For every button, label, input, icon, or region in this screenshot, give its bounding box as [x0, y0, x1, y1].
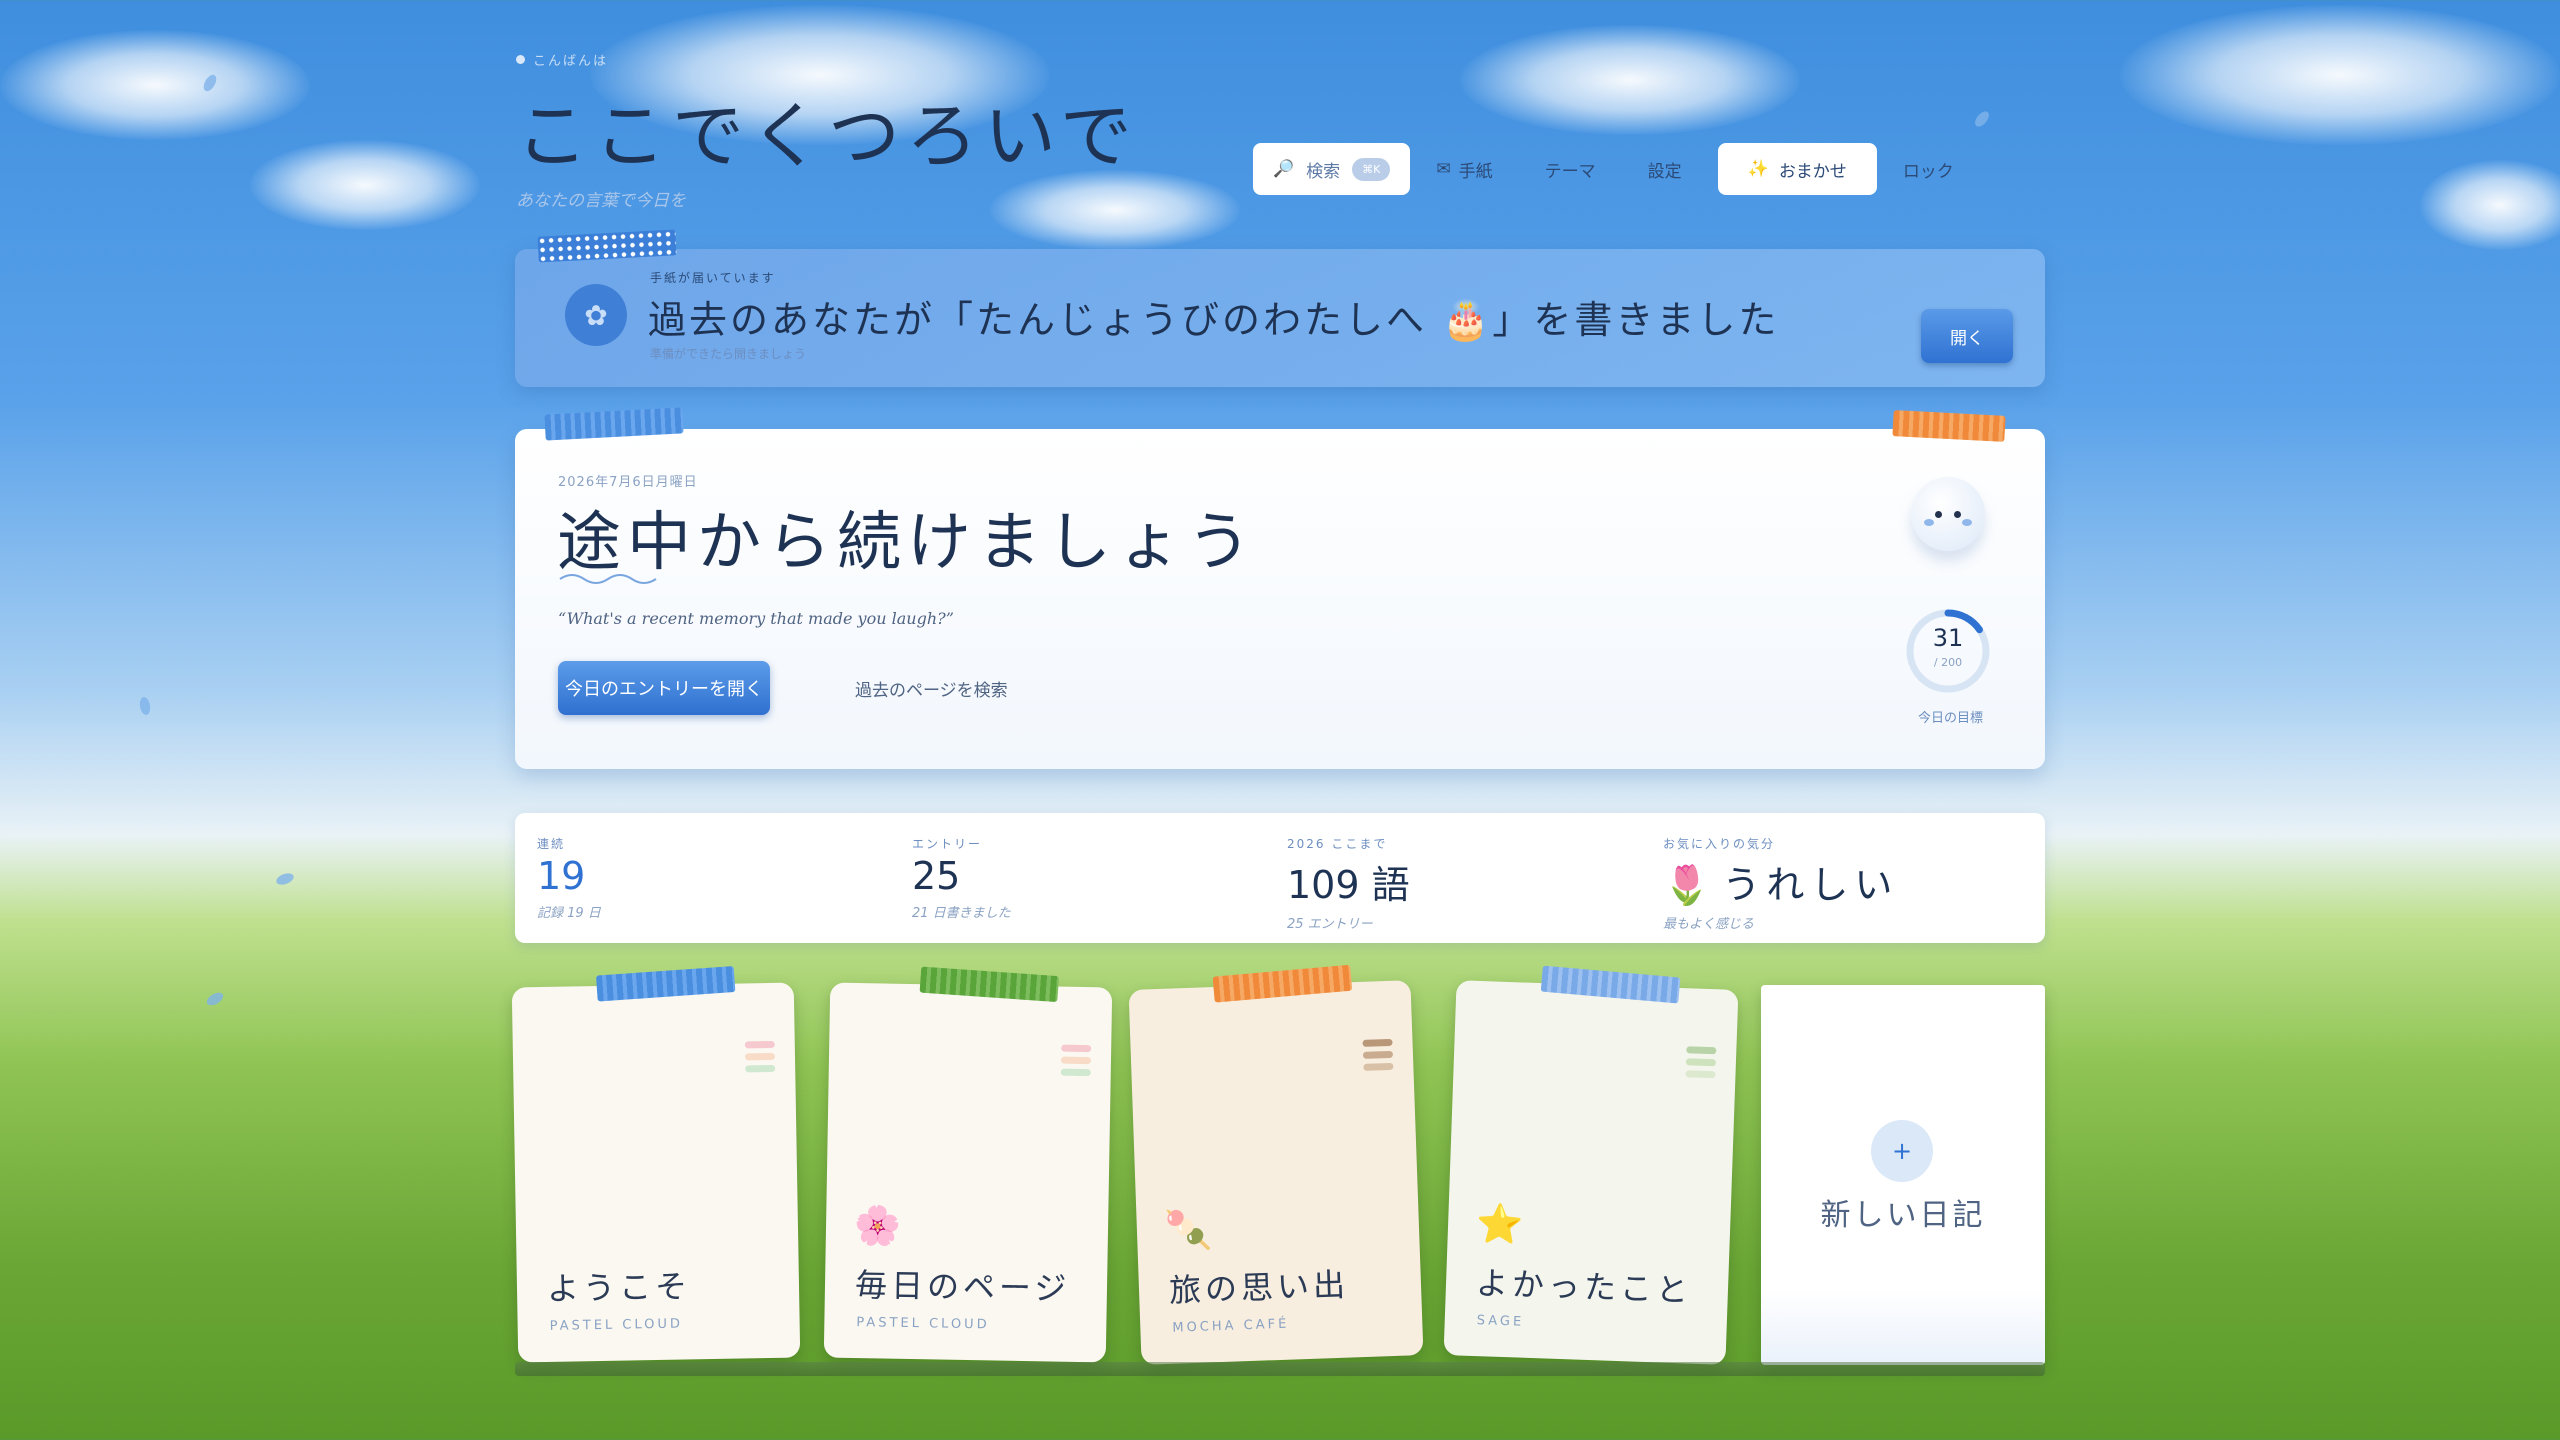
stat-streak: 連続 19 記録 19 日 — [537, 837, 601, 921]
petal — [138, 696, 152, 716]
cloud — [250, 140, 480, 230]
search-button[interactable]: 🔎 検索 ⌘K — [1253, 143, 1411, 195]
wave-divider — [559, 574, 657, 584]
mascot-avatar — [1911, 477, 1985, 551]
journal-theme: MOCHA CAFÉ — [1172, 1316, 1290, 1336]
new-journal-label: 新しい日記 — [1820, 1198, 1986, 1233]
dango-icon: 🍡 — [1164, 1207, 1214, 1253]
open-today-entry-button[interactable]: 今日のエントリーを開く — [558, 661, 770, 715]
mascot-eye — [1935, 511, 1942, 518]
tulip-icon: 🌷 — [1663, 863, 1711, 907]
journal-theme: SAGE — [1476, 1313, 1525, 1330]
petal — [204, 990, 226, 1008]
color-stripes — [1362, 1038, 1394, 1076]
journal-card[interactable]: ⭐ よかったこと SAGE — [1443, 965, 1739, 1365]
today-date: 2026年7月6日月曜日 — [558, 475, 698, 490]
mascot-cheek — [1924, 519, 1934, 526]
hero-heading: 途中から続けましょう — [557, 506, 1257, 580]
search-past-pages-link[interactable]: 過去のページを検索 — [855, 676, 1008, 701]
tape-decoration — [919, 966, 1060, 1003]
continue-card: 2026年7月6日月曜日 途中から続けましょう “What's a recent… — [515, 407, 2045, 769]
plus-icon: + — [1871, 1120, 1933, 1182]
color-stripes — [744, 1040, 776, 1078]
journal-card[interactable]: ようこそ PASTEL CLOUD — [511, 966, 801, 1363]
journal-card[interactable]: 🌸 毎日のページ PASTEL CLOUD — [823, 966, 1113, 1363]
mascot-cheek — [1962, 519, 1972, 526]
banner-eyebrow: 手紙が届いています — [650, 271, 776, 285]
stat-favorite-mood: お気に入りの気分 🌷 うれしい 最もよく感じる — [1663, 837, 1899, 932]
tape-decoration — [537, 229, 677, 263]
journal-title: よかったこと — [1475, 1264, 1693, 1310]
page-title: ここでくつろいで — [516, 94, 1138, 178]
petal — [1972, 108, 1992, 130]
shortcut-badge: ⌘K — [1352, 157, 1391, 181]
banner-message: 過去のあなたが「たんじょうびのわたしへ 🎂」を書きました — [648, 298, 1780, 342]
journal-theme: PASTEL CLOUD — [856, 1315, 990, 1333]
tape-decoration — [595, 966, 736, 1002]
tape-decoration — [544, 407, 684, 441]
search-icon: 🔎 — [1273, 159, 1295, 179]
tape-decoration — [1212, 964, 1353, 1003]
goal-label: 今日の目標 — [1917, 711, 1983, 726]
letter-banner: ✿ 手紙が届いています 過去のあなたが「たんじょうびのわたしへ 🎂」を書きました… — [515, 229, 2045, 387]
cloud — [2420, 160, 2560, 250]
color-stripes — [1060, 1044, 1092, 1082]
shelf-ledge — [515, 1362, 2045, 1376]
color-stripes — [1685, 1046, 1717, 1083]
journal-theme: PASTEL CLOUD — [549, 1316, 684, 1334]
star-icon: ⭐ — [1475, 1201, 1525, 1247]
banner-hint: 準備ができたら開きましょう — [650, 347, 807, 361]
journal-title: 毎日のページ — [854, 1266, 1071, 1308]
writing-prompt: “What's a recent memory that made you la… — [558, 609, 954, 628]
journal-title: 旅の思い出 — [1168, 1265, 1350, 1310]
tape-decoration — [1540, 965, 1681, 1004]
mail-icon: ✉ — [1436, 159, 1451, 179]
envelope-flower-icon: ✿ — [565, 284, 627, 346]
sparkle-icon: ✨ — [1747, 159, 1769, 179]
stat-entries: エントリー 25 21 日書きました — [912, 837, 1011, 921]
top-nav: 🔎 検索 ⌘K ✉ 手紙 テーマ 設定 ✨ おまかせ ロック — [1253, 143, 1980, 195]
dot-icon — [516, 55, 525, 64]
page-header: こんばんは ここでくつろいで あなたの言葉で今日を — [516, 50, 1138, 211]
journal-card[interactable]: 🍡 旅の思い出 MOCHA CAFÉ — [1128, 964, 1424, 1365]
omakase-button[interactable]: ✨ おまかせ — [1717, 143, 1877, 195]
goal-current: 31 — [1932, 624, 1964, 652]
mascot-eye — [1954, 511, 1961, 518]
cloud — [0, 30, 310, 140]
open-letter-button[interactable]: 開く — [1921, 309, 2013, 363]
new-journal-card[interactable]: + 新しい日記 — [1761, 985, 2045, 1365]
page-subtitle: あなたの言葉で今日を — [516, 191, 686, 211]
daily-goal-ring: 31 / 200 — [1903, 606, 1993, 696]
stat-words: 2026 ここまで 109 語 25 エントリー — [1287, 837, 1410, 932]
stats-bar: 連続 19 記録 19 日 エントリー 25 21 日書きました 2026 ここ… — [515, 813, 2045, 943]
letter-button[interactable]: ✉ 手紙 — [1410, 143, 1518, 195]
lock-button[interactable]: ロック — [1877, 143, 1980, 195]
settings-button[interactable]: 設定 — [1622, 143, 1708, 195]
goal-total: / 200 — [1933, 656, 1963, 669]
cloud — [1460, 25, 1800, 135]
theme-button[interactable]: テーマ — [1519, 143, 1622, 195]
greeting: こんばんは — [516, 50, 1138, 69]
tape-decoration — [1892, 410, 2006, 442]
cloud — [2120, 5, 2560, 145]
petal — [274, 871, 296, 887]
flower-icon: 🌸 — [853, 1203, 902, 1248]
journal-title: ようこそ — [546, 1267, 692, 1308]
